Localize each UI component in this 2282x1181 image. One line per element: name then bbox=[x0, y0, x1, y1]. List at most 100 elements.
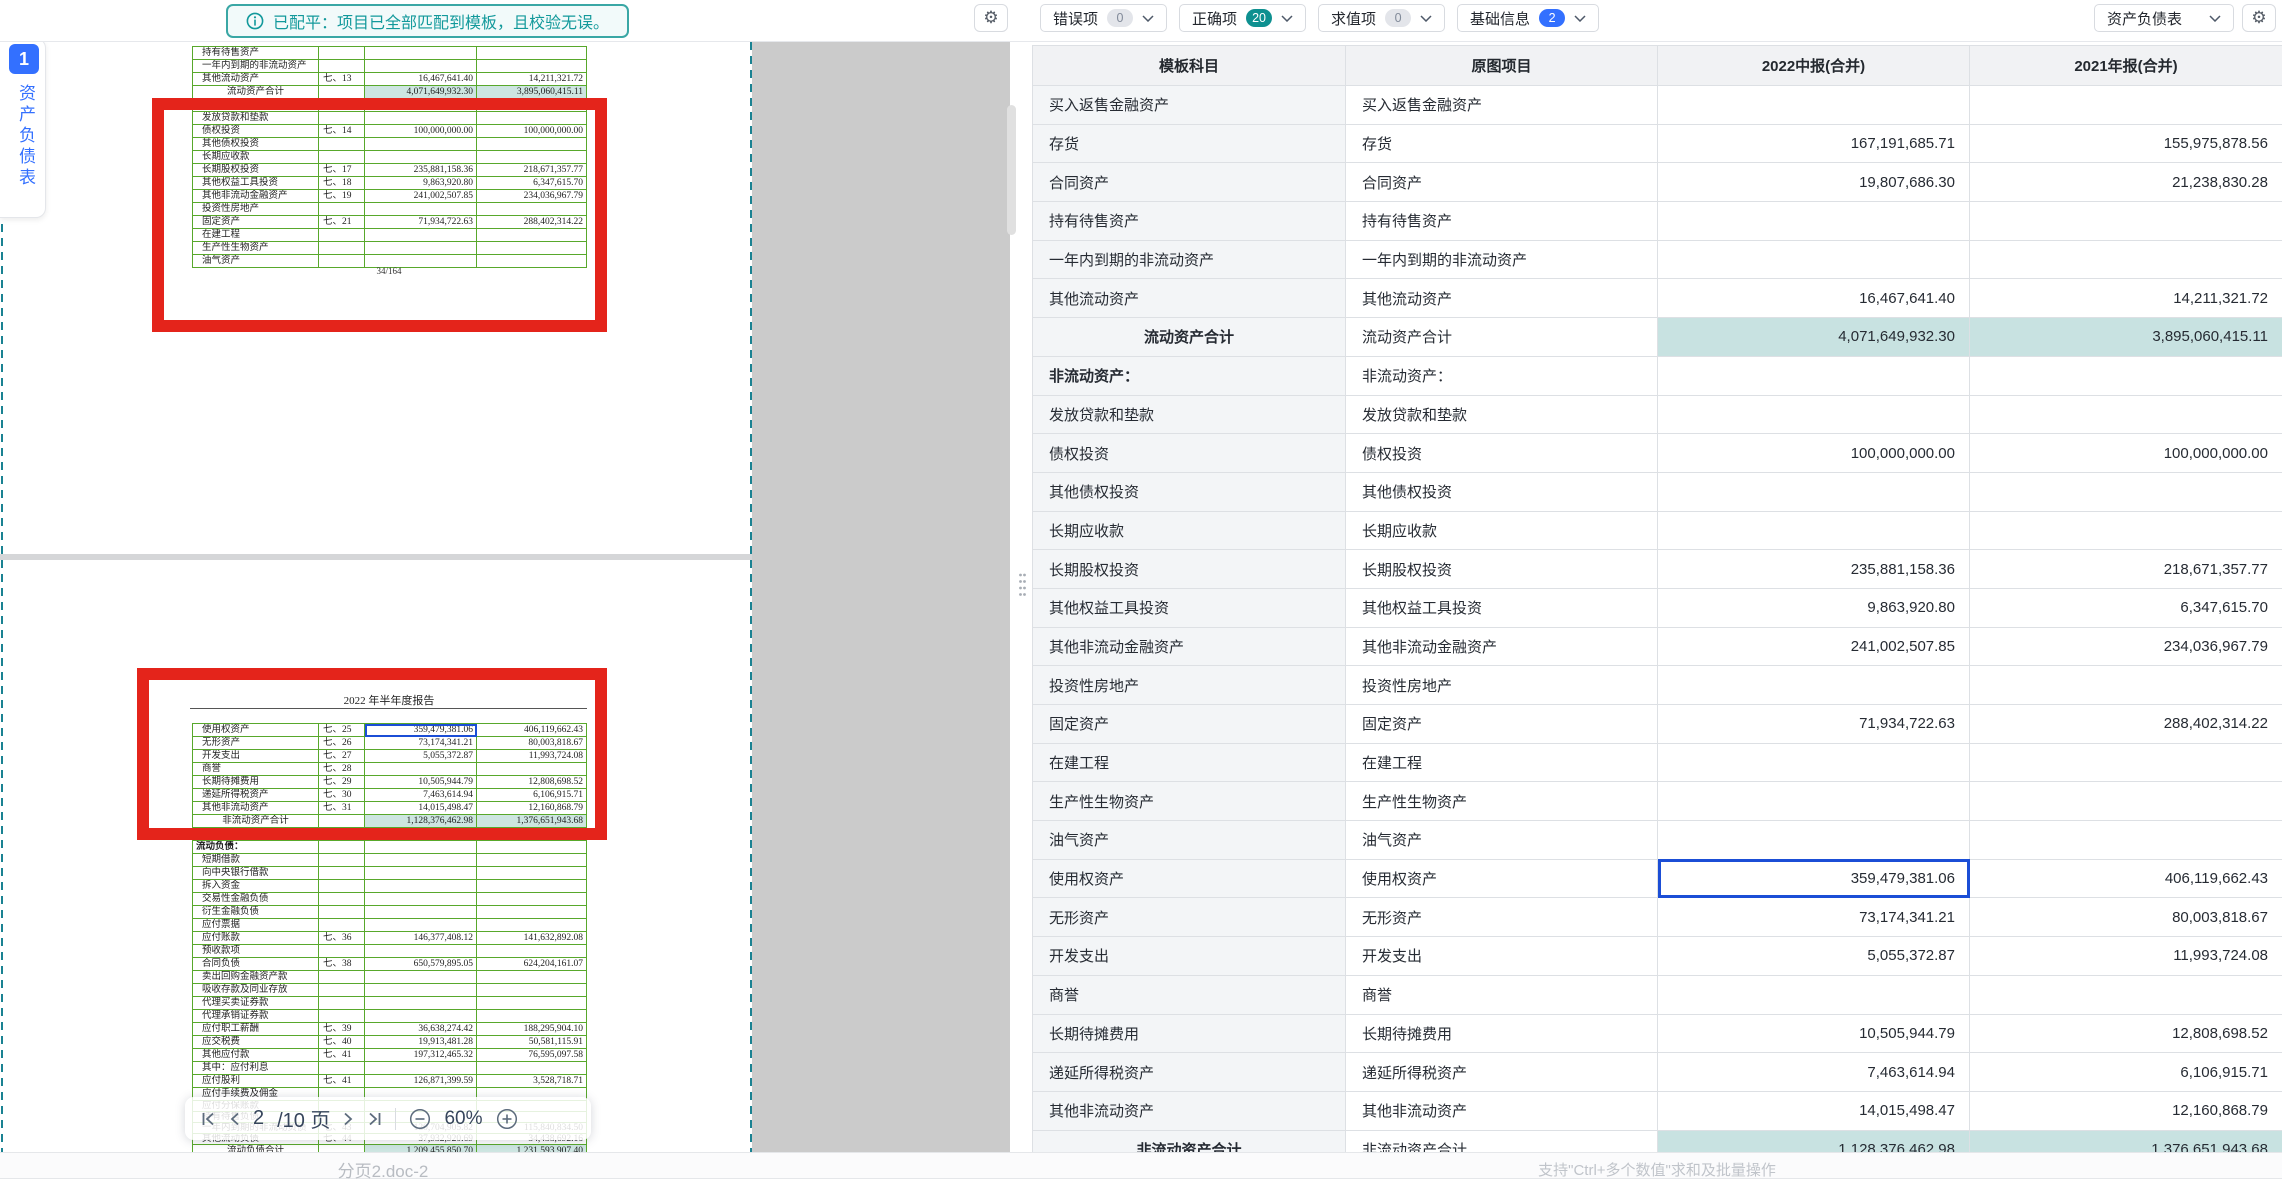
source-item-cell[interactable]: 持有待售资产 bbox=[1346, 202, 1658, 241]
prev-page-button[interactable] bbox=[229, 1111, 240, 1127]
table-row[interactable]: 持有待售资产持有待售资产 bbox=[1033, 202, 2282, 241]
zoom-in-button[interactable] bbox=[496, 1108, 518, 1130]
value-cell[interactable]: 3,895,060,415.11 bbox=[1970, 318, 2282, 357]
value-cell[interactable] bbox=[1970, 743, 2282, 782]
table-row[interactable]: 其他权益工具投资其他权益工具投资9,863,920.806,347,615.70 bbox=[1033, 588, 2282, 627]
filter-button-basic-info[interactable]: 基础信息2 bbox=[1457, 4, 1599, 32]
template-subject-cell[interactable]: 一年内到期的非流动资产 bbox=[1033, 240, 1346, 279]
template-subject-cell[interactable]: 非流动资产合计 bbox=[1033, 1130, 1346, 1152]
table-row[interactable]: 固定资产固定资产71,934,722.63288,402,314.22 bbox=[1033, 705, 2282, 744]
value-cell[interactable]: 73,174,341.21 bbox=[1658, 898, 1970, 937]
table-row[interactable]: 使用权资产使用权资产359,479,381.06406,119,662.43 bbox=[1033, 859, 2282, 898]
doc-settings-button[interactable]: ⚙ bbox=[974, 4, 1008, 32]
table-row[interactable]: 存货存货167,191,685.71155,975,878.56 bbox=[1033, 124, 2282, 163]
source-item-cell[interactable]: 长期待摊费用 bbox=[1346, 1014, 1658, 1053]
value-cell[interactable]: 9,863,920.80 bbox=[1658, 588, 1970, 627]
value-cell[interactable] bbox=[1658, 743, 1970, 782]
table-row[interactable]: 无形资产无形资产73,174,341.2180,003,818.67 bbox=[1033, 898, 2282, 937]
source-item-cell[interactable]: 商誉 bbox=[1346, 975, 1658, 1014]
source-item-cell[interactable]: 非流动资产： bbox=[1346, 356, 1658, 395]
value-cell[interactable]: 288,402,314.22 bbox=[1970, 705, 2282, 744]
source-item-cell[interactable]: 油气资产 bbox=[1346, 821, 1658, 860]
template-subject-cell[interactable]: 存货 bbox=[1033, 124, 1346, 163]
table-row[interactable]: 其他流动资产其他流动资产16,467,641.4014,211,321.72 bbox=[1033, 279, 2282, 318]
source-item-cell[interactable]: 其他非流动资产 bbox=[1346, 1091, 1658, 1130]
template-subject-cell[interactable]: 开发支出 bbox=[1033, 937, 1346, 976]
value-cell[interactable]: 5,055,372.87 bbox=[1658, 937, 1970, 976]
source-item-cell[interactable]: 合同资产 bbox=[1346, 163, 1658, 202]
first-page-button[interactable] bbox=[201, 1111, 216, 1127]
value-cell[interactable] bbox=[1658, 782, 1970, 821]
value-cell[interactable] bbox=[1658, 86, 1970, 125]
source-item-cell[interactable]: 发放贷款和垫款 bbox=[1346, 395, 1658, 434]
source-item-cell[interactable]: 在建工程 bbox=[1346, 743, 1658, 782]
current-page-input[interactable]: 2 bbox=[253, 1107, 264, 1130]
table-row[interactable]: 长期应收款长期应收款 bbox=[1033, 511, 2282, 550]
template-subject-cell[interactable]: 油气资产 bbox=[1033, 821, 1346, 860]
template-subject-cell[interactable]: 非流动资产： bbox=[1033, 356, 1346, 395]
table-row[interactable]: 油气资产油气资产 bbox=[1033, 821, 2282, 860]
value-cell[interactable] bbox=[1970, 356, 2282, 395]
value-cell[interactable]: 241,002,507.85 bbox=[1658, 627, 1970, 666]
template-subject-cell[interactable]: 长期应收款 bbox=[1033, 511, 1346, 550]
table-row[interactable]: 发放贷款和垫款发放贷款和垫款 bbox=[1033, 395, 2282, 434]
value-cell[interactable] bbox=[1970, 472, 2282, 511]
table-row[interactable]: 其他非流动金融资产其他非流动金融资产241,002,507.85234,036,… bbox=[1033, 627, 2282, 666]
template-subject-cell[interactable]: 商誉 bbox=[1033, 975, 1346, 1014]
filter-button-error-items[interactable]: 错误项0 bbox=[1040, 4, 1167, 32]
table-row[interactable]: 递延所得税资产递延所得税资产7,463,614.946,106,915.71 bbox=[1033, 1053, 2282, 1092]
value-cell[interactable]: 4,071,649,932.30 bbox=[1658, 318, 1970, 357]
value-cell[interactable] bbox=[1970, 975, 2282, 1014]
value-cell[interactable] bbox=[1658, 511, 1970, 550]
table-row[interactable]: 非流动资产：非流动资产： bbox=[1033, 356, 2282, 395]
source-item-cell[interactable]: 一年内到期的非流动资产 bbox=[1346, 240, 1658, 279]
table-settings-button[interactable]: ⚙ bbox=[2242, 4, 2276, 32]
source-item-cell[interactable]: 递延所得税资产 bbox=[1346, 1053, 1658, 1092]
source-item-cell[interactable]: 投资性房地产 bbox=[1346, 666, 1658, 705]
table-row[interactable]: 开发支出开发支出5,055,372.8711,993,724.08 bbox=[1033, 937, 2282, 976]
table-row[interactable]: 其他非流动资产其他非流动资产14,015,498.4712,160,868.79 bbox=[1033, 1091, 2282, 1130]
template-subject-cell[interactable]: 持有待售资产 bbox=[1033, 202, 1346, 241]
source-item-cell[interactable]: 其他非流动金融资产 bbox=[1346, 627, 1658, 666]
value-cell[interactable] bbox=[1658, 240, 1970, 279]
viewer-scrollbar-thumb[interactable] bbox=[1007, 105, 1016, 235]
value-cell[interactable] bbox=[1658, 975, 1970, 1014]
template-subject-cell[interactable]: 合同资产 bbox=[1033, 163, 1346, 202]
value-cell[interactable]: 12,160,868.79 bbox=[1970, 1091, 2282, 1130]
value-cell[interactable]: 14,211,321.72 bbox=[1970, 279, 2282, 318]
table-row[interactable]: 在建工程在建工程 bbox=[1033, 743, 2282, 782]
value-cell[interactable] bbox=[1970, 240, 2282, 279]
table-row[interactable]: 投资性房地产投资性房地产 bbox=[1033, 666, 2282, 705]
value-cell[interactable]: 1,128,376,462.98 bbox=[1658, 1130, 1970, 1152]
table-row[interactable]: 生产性生物资产生产性生物资产 bbox=[1033, 782, 2282, 821]
next-page-button[interactable] bbox=[343, 1111, 354, 1127]
table-row[interactable]: 商誉商誉 bbox=[1033, 975, 2282, 1014]
value-cell[interactable] bbox=[1970, 86, 2282, 125]
template-subject-cell[interactable]: 买入返售金融资产 bbox=[1033, 86, 1346, 125]
template-subject-cell[interactable]: 生产性生物资产 bbox=[1033, 782, 1346, 821]
value-cell[interactable] bbox=[1970, 395, 2282, 434]
table-row[interactable]: 长期股权投资长期股权投资235,881,158.36218,671,357.77 bbox=[1033, 550, 2282, 589]
template-subject-cell[interactable]: 债权投资 bbox=[1033, 434, 1346, 473]
value-cell[interactable] bbox=[1658, 821, 1970, 860]
value-cell[interactable] bbox=[1970, 666, 2282, 705]
template-subject-cell[interactable]: 使用权资产 bbox=[1033, 859, 1346, 898]
template-subject-cell[interactable]: 在建工程 bbox=[1033, 743, 1346, 782]
template-subject-cell[interactable]: 无形资产 bbox=[1033, 898, 1346, 937]
value-cell[interactable]: 19,807,686.30 bbox=[1658, 163, 1970, 202]
template-subject-cell[interactable]: 其他权益工具投资 bbox=[1033, 588, 1346, 627]
value-cell[interactable]: 7,463,614.94 bbox=[1658, 1053, 1970, 1092]
value-cell[interactable]: 6,106,915.71 bbox=[1970, 1053, 2282, 1092]
value-cell[interactable] bbox=[1970, 511, 2282, 550]
last-page-button[interactable] bbox=[367, 1111, 382, 1127]
table-row[interactable]: 流动资产合计流动资产合计4,071,649,932.303,895,060,41… bbox=[1033, 318, 2282, 357]
template-subject-cell[interactable]: 长期股权投资 bbox=[1033, 550, 1346, 589]
value-cell[interactable]: 218,671,357.77 bbox=[1970, 550, 2282, 589]
source-item-cell[interactable]: 流动资产合计 bbox=[1346, 318, 1658, 357]
template-subject-cell[interactable]: 其他流动资产 bbox=[1033, 279, 1346, 318]
table-row[interactable]: 长期待摊费用长期待摊费用10,505,944.7912,808,698.52 bbox=[1033, 1014, 2282, 1053]
zoom-out-button[interactable] bbox=[409, 1108, 431, 1130]
value-cell[interactable] bbox=[1970, 202, 2282, 241]
value-cell[interactable] bbox=[1658, 472, 1970, 511]
source-item-cell[interactable]: 长期应收款 bbox=[1346, 511, 1658, 550]
